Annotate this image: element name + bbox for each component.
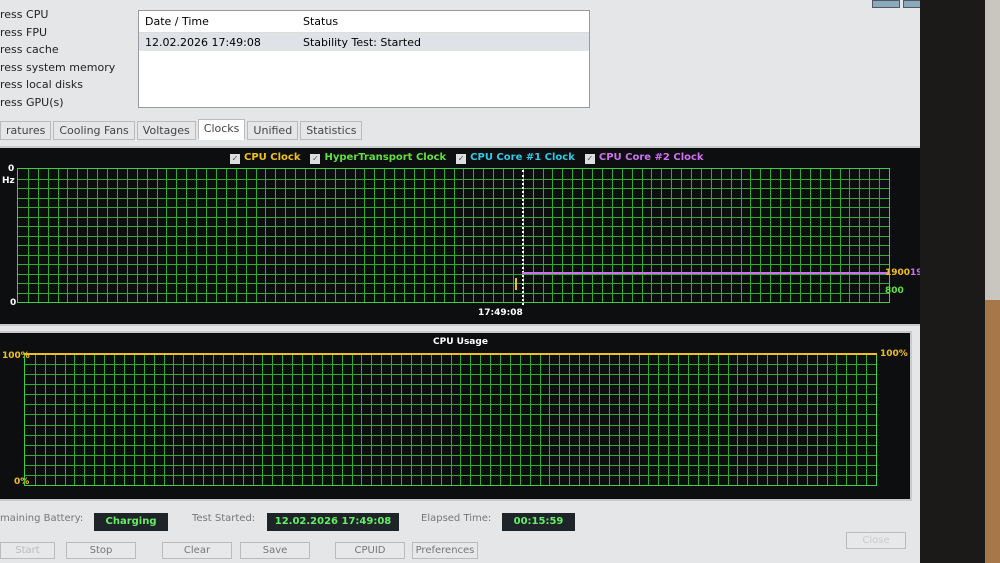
y-unit-label: Hz [2,176,15,186]
series-spike [515,278,517,290]
grid-line [18,188,889,189]
log-row[interactable]: 12.02.2026 17:49:08 Stability Test: Start… [139,33,589,51]
grid-line [18,226,889,227]
elapsed-time-label: Elapsed Time: [421,513,492,524]
log-status: Stability Test: Started [303,35,421,49]
option-stress-cache[interactable]: ress cache [0,41,115,59]
tab-voltages[interactable]: Voltages [136,121,196,140]
legend-ht-clock[interactable]: ✓ HyperTransport Clock [310,152,446,164]
y-min-label: 0 [10,298,17,308]
legend-core2-clock[interactable]: ✓ CPU Core #2 Clock [584,152,704,164]
battery-label: maining Battery: [0,513,84,524]
checkbox-icon: ✓ [456,154,467,164]
tab-unified[interactable]: Unified [247,121,299,140]
tab-statistics[interactable]: Statistics [300,121,363,140]
x-time-label: 17:49:08 [478,308,523,318]
close-button[interactable]: Close [846,532,906,549]
clocks-chart: ✓ CPU Clock ✓ HyperTransport Clock ✓ CPU Co… [0,146,938,326]
series-cpu-clock-line [522,272,888,274]
value-ht-clock: 800 [885,286,904,296]
battery-value: Charging [94,513,168,531]
test-started-value: 12.02.2026 17:49:08 [267,513,399,531]
grid-line [25,374,876,376]
option-stress-memory[interactable]: ress system memory [0,59,115,77]
grid-line [25,454,876,456]
option-stress-fpu[interactable]: ress FPU [0,24,115,42]
tab-cooling-fans[interactable]: Cooling Fans [53,121,135,140]
stability-test-window: ress CPU ress FPU ress cache ress system… [0,0,962,563]
value-cpu-clock: 1900 [885,268,911,278]
checkbox-icon: ✓ [230,154,240,164]
grid-line [25,424,876,426]
minimize-button[interactable] [872,0,900,8]
grid-line [25,464,876,466]
grid-line [18,245,889,246]
grid-line [18,207,889,208]
series-cpu-usage-line [24,353,877,355]
legend-label: CPU Clock [244,152,301,163]
tab-clocks[interactable]: Clocks [197,119,246,140]
cpu-usage-chart: CPU Usage 100% 0% 100% [0,331,912,501]
legend-core1-clock[interactable]: ✓ CPU Core #1 Clock [456,152,575,164]
option-stress-gpu[interactable]: ress GPU(s) [0,94,115,112]
grid-line [18,292,889,294]
grid-line [18,235,889,237]
col-date-time[interactable]: Date / Time [139,15,297,28]
legend-cpu-clock[interactable]: ✓ CPU Clock [230,152,300,164]
grid-line [25,404,876,406]
test-started-label: Test Started: [192,513,256,524]
chart-legend: ✓ CPU Clock ✓ HyperTransport Clock ✓ CPU Co… [230,152,704,164]
tab-bar: ratures Cooling Fans Voltages Clocks Uni… [0,119,364,140]
checkbox-icon: ✓ [310,154,321,164]
option-stress-disks[interactable]: ress local disks [0,76,115,94]
grid-line [25,364,876,366]
grid-line [18,254,889,256]
clear-button[interactable]: Clear [162,542,232,559]
value-cpu-usage: 100% [880,349,908,359]
grid-line [18,283,889,284]
background-desk [985,300,1000,563]
grid-line [18,264,889,265]
legend-label: HyperTransport Clock [324,152,447,163]
start-button[interactable]: Start [0,542,55,559]
checkbox-icon: ✓ [584,154,595,164]
save-button[interactable]: Save [240,542,310,559]
background-wall [985,0,1000,300]
grid-line [18,197,889,199]
option-stress-cpu[interactable]: ress CPU [0,6,115,24]
grid-line [25,394,876,396]
grid-line [25,384,876,386]
preferences-button[interactable]: Preferences [412,542,478,559]
event-log[interactable]: Date / Time Status 12.02.2026 17:49:08 Sta… [138,10,590,108]
y-max-label: 0 [8,164,15,174]
grid-line [25,414,876,416]
grid-line [18,216,889,218]
legend-label: CPU Core #1 Clock [470,152,575,163]
clocks-grid [17,168,890,303]
cpuid-button[interactable]: CPUID [335,542,405,559]
elapsed-time-value: 00:15:59 [502,513,575,531]
stop-button[interactable]: Stop [66,542,136,559]
grid-line [25,434,876,436]
grid-line [18,178,889,180]
tab-temperatures[interactable]: ratures [0,121,52,140]
col-status[interactable]: Status [297,15,338,28]
test-start-marker [522,170,524,305]
chart-title: CPU Usage [433,337,488,347]
grid-line [25,444,876,446]
monitor-bezel [920,0,985,563]
cpu-usage-grid [24,353,877,486]
stress-options: ress CPU ress FPU ress cache ress system… [0,6,115,112]
grid-line [25,474,876,476]
legend-label: CPU Core #2 Clock [598,152,704,163]
log-date: 12.02.2026 17:49:08 [145,35,261,49]
